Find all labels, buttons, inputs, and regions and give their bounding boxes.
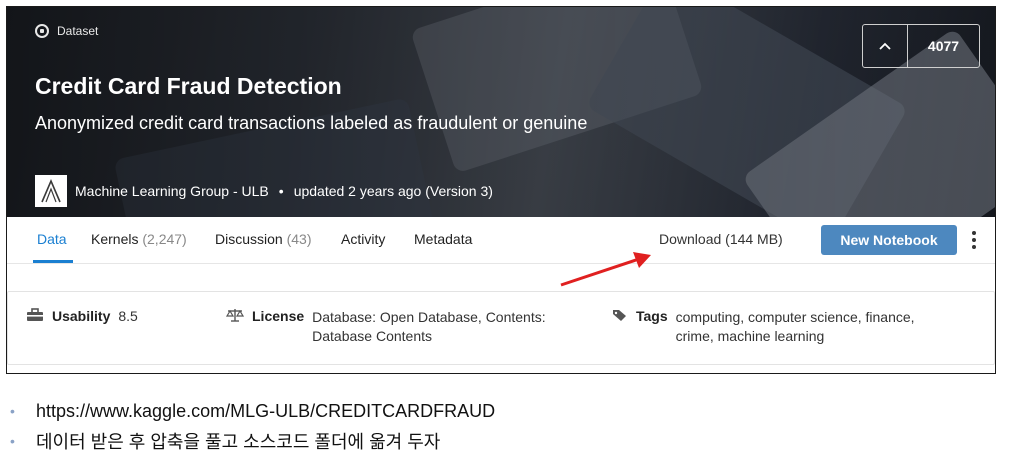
tags-value: computing, computer science, finance, cr… bbox=[676, 308, 915, 346]
kaggle-dataset-screenshot: Dataset Credit Card Fraud Detection Anon… bbox=[6, 6, 996, 374]
vote-widget: 4077 bbox=[862, 24, 980, 68]
bullet-dot: • bbox=[10, 403, 15, 419]
tab-metadata[interactable]: Metadata bbox=[414, 231, 472, 247]
dataset-tab-bar: Data Kernels (2,247) Discussion (43) Act… bbox=[7, 217, 995, 264]
dataset-title: Credit Card Fraud Detection bbox=[35, 73, 342, 99]
instruction-text: 데이터 받은 후 압축을 풀고 소스코드 폴더에 옮겨 두자 bbox=[36, 432, 441, 452]
bullet-url: • https://www.kaggle.com/MLG-ULB/CREDITC… bbox=[10, 396, 495, 426]
dataset-url-text[interactable]: https://www.kaggle.com/MLG-ULB/CREDITCAR… bbox=[36, 401, 495, 422]
bullet-note: • 데이터 받은 후 압축을 풀고 소스코드 폴더에 옮겨 두자 bbox=[10, 426, 495, 456]
tags-line-1[interactable]: computing, computer science, finance, bbox=[676, 308, 915, 327]
tab-kernels-count: (2,247) bbox=[142, 231, 187, 247]
dataset-metadata-bar: Usability 8.5 License Database: Open Dat… bbox=[7, 291, 995, 365]
tab-kernels[interactable]: Kernels (2,247) bbox=[91, 231, 187, 247]
dataset-type-label: Dataset bbox=[35, 24, 98, 38]
license-value: Database: Open Database, Contents: Datab… bbox=[312, 308, 545, 346]
tab-discussion-label: Discussion bbox=[215, 231, 283, 247]
scale-icon bbox=[226, 309, 244, 322]
separator-dot: • bbox=[278, 183, 284, 199]
tab-activity[interactable]: Activity bbox=[341, 231, 385, 247]
new-notebook-button[interactable]: New Notebook bbox=[821, 225, 957, 255]
red-arrow-annotation bbox=[560, 252, 651, 287]
ulb-logo-icon bbox=[41, 178, 61, 203]
chevron-up-icon bbox=[879, 42, 891, 50]
tab-kernels-label: Kernels bbox=[91, 231, 139, 247]
updated-text: updated 2 years ago (Version 3) bbox=[293, 183, 493, 199]
tag-icon bbox=[613, 310, 626, 321]
bullet-dot: • bbox=[10, 433, 15, 449]
vote-count: 4077 bbox=[927, 38, 960, 54]
license-line-1: Database: Open Database, Contents: bbox=[312, 309, 546, 325]
usability-value: 8.5 bbox=[118, 308, 138, 324]
tab-discussion[interactable]: Discussion (43) bbox=[215, 231, 312, 247]
tab-discussion-count: (43) bbox=[286, 231, 312, 247]
dataset-subtitle: Anonymized credit card transactions labe… bbox=[35, 113, 588, 133]
usability-label: Usability bbox=[52, 308, 111, 324]
toolbox-icon bbox=[27, 308, 43, 321]
license-label: License bbox=[252, 308, 305, 324]
download-button[interactable]: Download (144 MB) bbox=[659, 231, 783, 247]
slide-bullet-list: • https://www.kaggle.com/MLG-ULB/CREDITC… bbox=[10, 396, 495, 456]
usability-block: Usability 8.5 bbox=[26, 308, 138, 324]
tags-line-2[interactable]: crime, machine learning bbox=[676, 327, 915, 346]
license-block: License Database: Open Database, Content… bbox=[226, 308, 546, 346]
upvote-button[interactable] bbox=[863, 25, 908, 67]
tags-label: Tags bbox=[636, 308, 668, 324]
active-tab-indicator bbox=[33, 260, 73, 263]
dataset-icon bbox=[35, 24, 49, 38]
dataset-owner-row: Machine Learning Group - ULB • updated 2… bbox=[35, 175, 493, 207]
owner-name-link[interactable]: Machine Learning Group - ULB bbox=[75, 183, 269, 199]
tab-data[interactable]: Data bbox=[37, 231, 67, 247]
tags-block: Tags computing, computer science, financ… bbox=[612, 308, 915, 346]
dataset-type-text: Dataset bbox=[57, 24, 99, 38]
dataset-hero-banner: Dataset Credit Card Fraud Detection Anon… bbox=[7, 7, 995, 217]
owner-avatar[interactable] bbox=[35, 175, 67, 207]
more-options-icon[interactable] bbox=[970, 231, 978, 249]
license-line-2: Database Contents bbox=[312, 328, 432, 344]
